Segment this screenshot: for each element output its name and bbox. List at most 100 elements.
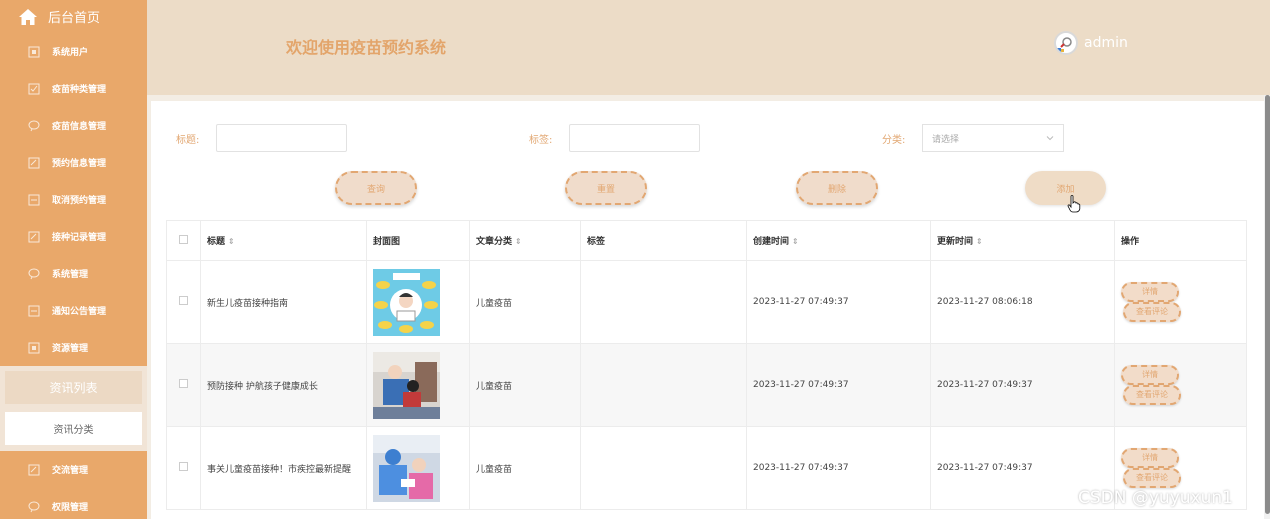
detail-button[interactable]: 详情 <box>1121 282 1179 302</box>
sidebar-item-label: 资源管理 <box>52 344 89 354</box>
sort-icon[interactable]: ⇕ <box>792 237 799 246</box>
title-filter-label: 标题: <box>176 135 200 146</box>
home-icon <box>19 8 37 25</box>
cell-category: 儿童疫苗 <box>469 260 581 344</box>
add-button[interactable]: 添加 <box>1025 171 1106 205</box>
vertical-scrollbar[interactable] <box>1264 95 1270 519</box>
detail-button[interactable]: 详情 <box>1121 365 1179 385</box>
category-filter-label: 分类: <box>882 135 906 146</box>
menu-icon <box>28 268 40 279</box>
menu-icon <box>28 46 40 57</box>
sidebar-item-vaccine-types[interactable]: 疫苗种类管理 <box>0 70 147 107</box>
tag-filter-label: 标签: <box>529 135 553 146</box>
avatar <box>1054 31 1078 55</box>
cell-category: 儿童疫苗 <box>469 426 581 510</box>
sidebar-item-label: 系统管理 <box>52 270 89 280</box>
column-header-created[interactable]: 创建时间 ⇕ <box>746 220 931 261</box>
sidebar-item-vaccine-info[interactable]: 疫苗信息管理 <box>0 107 147 144</box>
row-select-cell <box>166 260 201 344</box>
cell-actions: 详情 查看评论 <box>1114 343 1247 427</box>
detail-button[interactable]: 详情 <box>1121 448 1179 468</box>
sidebar-item-permissions[interactable]: 权限管理 <box>0 488 147 519</box>
select-all-checkbox[interactable] <box>179 234 188 244</box>
sidebar-subitem-news-list[interactable]: 资讯列表 <box>5 371 142 404</box>
sidebar-item-cancel-appointments[interactable]: 取消预约管理 <box>0 181 147 218</box>
cover-image[interactable] <box>373 351 440 419</box>
cell-updated: 2023-11-27 07:49:37 <box>930 343 1115 427</box>
sort-icon[interactable]: ⇕ <box>228 237 235 246</box>
chevron-down-icon <box>1046 136 1054 141</box>
user-menu[interactable]: admin <box>1054 31 1128 55</box>
row-checkbox[interactable] <box>179 296 188 305</box>
sort-icon[interactable]: ⇕ <box>515 237 522 246</box>
view-comments-button[interactable]: 查看评论 <box>1123 468 1181 488</box>
cell-title: 预防接种 护航孩子健康成长 <box>200 343 367 427</box>
menu-icon <box>28 157 40 168</box>
sidebar-submenu: 资讯列表 资讯分类 <box>0 366 147 451</box>
sidebar-item-label: 系统用户 <box>52 48 89 58</box>
view-comments-button[interactable]: 查看评论 <box>1123 385 1181 405</box>
column-header-label: 文章分类 <box>476 237 513 247</box>
column-header-updated[interactable]: 更新时间 ⇕ <box>930 220 1115 261</box>
sidebar-item-resources[interactable]: 资源管理 <box>0 329 147 366</box>
cell-created: 2023-11-27 07:49:37 <box>746 343 931 427</box>
sidebar-item-label: 通知公告管理 <box>52 307 107 317</box>
row-checkbox[interactable] <box>179 379 188 388</box>
table-row: 新生儿疫苗接种指南 儿童疫苗 2023-11-27 07:49:37 2023-… <box>166 260 1247 344</box>
cover-image[interactable] <box>373 268 440 336</box>
cell-title: 新生儿疫苗接种指南 <box>200 260 367 344</box>
menu-icon <box>28 194 40 205</box>
avatar-icon <box>1057 37 1072 52</box>
column-header-category[interactable]: 文章分类 ⇕ <box>469 220 581 261</box>
select-all-cell <box>166 220 201 261</box>
sidebar-item-communication[interactable]: 交流管理 <box>0 451 147 488</box>
column-header-label: 创建时间 <box>753 237 790 247</box>
table-header-row: 标题 ⇕ 封面图 文章分类 ⇕ 标签 创建时间 ⇕ 更新时间 ⇕ 操作 <box>166 220 1247 261</box>
sidebar-item-label: 预约信息管理 <box>52 159 107 169</box>
cell-title: 事关儿童疫苗接种！市疾控最新提醒 <box>200 426 367 510</box>
sidebar: 后台首页 系统用户 疫苗种类管理 疫苗信息管理 预约信息管理 取消预约管理 接种… <box>0 0 147 519</box>
sidebar-item-system-users[interactable]: 系统用户 <box>0 33 147 70</box>
column-header-title[interactable]: 标题 ⇕ <box>200 220 367 261</box>
menu-icon <box>28 83 40 94</box>
menu-icon <box>28 231 40 242</box>
news-table: 标题 ⇕ 封面图 文章分类 ⇕ 标签 创建时间 ⇕ 更新时间 ⇕ 操作 新生儿疫苗接种指… <box>166 220 1247 510</box>
cover-image[interactable] <box>373 434 440 502</box>
sidebar-item-label: 接种记录管理 <box>52 233 107 243</box>
sidebar-item-system-management[interactable]: 系统管理 <box>0 255 147 292</box>
cell-created: 2023-11-27 07:49:37 <box>746 260 931 344</box>
watermark: CSDN @yuyuxun1 <box>1078 488 1233 508</box>
header: 欢迎使用疫苗预约系统 admin <box>147 0 1270 95</box>
sidebar-item-vaccination-records[interactable]: 接种记录管理 <box>0 218 147 255</box>
tag-filter-input[interactable] <box>569 124 700 152</box>
menu-icon <box>28 501 40 512</box>
sidebar-item-notices[interactable]: 通知公告管理 <box>0 292 147 329</box>
page-title: 欢迎使用疫苗预约系统 <box>286 38 447 57</box>
sidebar-home[interactable]: 后台首页 <box>0 0 147 33</box>
category-select[interactable]: 请选择 <box>922 124 1064 152</box>
search-button[interactable]: 查询 <box>335 171 417 205</box>
sort-icon[interactable]: ⇕ <box>976 237 983 246</box>
row-select-cell <box>166 343 201 427</box>
column-header-actions: 操作 <box>1114 220 1247 261</box>
column-header-tag: 标签 <box>580 220 747 261</box>
sidebar-item-label: 交流管理 <box>52 466 89 476</box>
cell-cover <box>366 426 470 510</box>
row-checkbox[interactable] <box>179 462 188 471</box>
reset-button[interactable]: 重置 <box>565 171 647 205</box>
title-filter-input[interactable] <box>216 124 347 152</box>
delete-button[interactable]: 删除 <box>796 171 878 205</box>
column-header-label: 标题 <box>207 237 226 247</box>
scrollbar-thumb[interactable] <box>1265 95 1270 514</box>
menu-icon <box>28 305 40 316</box>
sidebar-item-appointments[interactable]: 预约信息管理 <box>0 144 147 181</box>
sidebar-subitem-news-category[interactable]: 资讯分类 <box>5 412 142 445</box>
cell-tag <box>580 426 747 510</box>
cell-cover <box>366 343 470 427</box>
cell-tag <box>580 343 747 427</box>
sidebar-item-label: 权限管理 <box>52 503 89 513</box>
hand-cursor-icon <box>1067 195 1081 213</box>
sidebar-item-label: 疫苗信息管理 <box>52 122 107 132</box>
sidebar-home-label: 后台首页 <box>48 11 101 26</box>
view-comments-button[interactable]: 查看评论 <box>1123 302 1181 322</box>
